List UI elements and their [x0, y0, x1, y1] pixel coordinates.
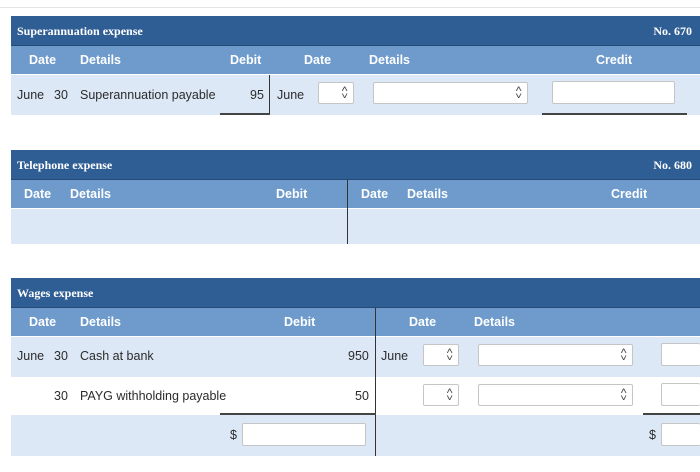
credit-date-select[interactable]: ˄ ˅	[423, 344, 459, 366]
row-debit-amount: 50	[355, 389, 369, 403]
chevron-updown-icon: ˄ ˅	[445, 386, 453, 403]
credit-date-select[interactable]: ˄ ˅	[318, 82, 354, 104]
header-date: Date	[24, 187, 52, 201]
ledger-row: June 30 Superannuation payable 95 June ˄…	[11, 75, 700, 115]
credit-amount-input[interactable]	[661, 383, 700, 406]
header-details: Details	[70, 187, 111, 201]
header-credit: Credit	[596, 53, 633, 67]
chevron-updown-icon: ˄ ˅	[340, 84, 348, 101]
header-details-credit-side: Details	[407, 187, 448, 201]
row-details: Cash at bank	[80, 349, 154, 363]
credit-date-select[interactable]: ˄ ˅	[423, 384, 459, 406]
row-details: Superannuation payable	[80, 88, 216, 102]
account-telephone-expense: Telephone expense No. 680 Date Details D…	[11, 150, 700, 245]
credit-amount-input[interactable]	[552, 81, 675, 104]
header-details: Details	[80, 315, 121, 329]
header-date: Date	[29, 53, 57, 67]
header-debit: Debit	[276, 187, 308, 201]
debit-total-rule	[220, 113, 270, 115]
t-account-divider	[375, 308, 376, 456]
top-divider	[0, 7, 700, 8]
row-debit-amount: 95	[250, 88, 264, 102]
t-account-divider	[269, 75, 270, 115]
chevron-updown-icon: ˄ ˅	[445, 346, 453, 363]
header-details-credit-side: Details	[369, 53, 410, 67]
credit-total-rule	[542, 113, 687, 115]
chevron-updown-icon: ˄ ˅	[619, 346, 627, 363]
debit-currency-symbol: $	[230, 428, 237, 442]
debit-subtotal-rule	[220, 413, 376, 415]
chevron-updown-icon: ˄ ˅	[619, 386, 627, 403]
header-date-credit-side: Date	[361, 187, 389, 201]
row-credit-month: June	[381, 349, 409, 363]
column-header-row: Date Details Debit Date Details	[11, 308, 700, 336]
account-title-bar: Wages expense	[11, 278, 700, 308]
credit-currency-symbol: $	[649, 428, 656, 442]
header-details: Details	[80, 53, 121, 67]
row-debit-amount: 950	[348, 349, 369, 363]
ledger-empty-row	[11, 209, 700, 244]
row-day: 30	[54, 88, 68, 102]
ledger-row: 30 PAYG withholding payable 50 ˄ ˅ ˄ ˅	[11, 377, 700, 415]
header-date-credit-side: Date	[304, 53, 332, 67]
account-title-bar: Superannuation expense No. 670	[11, 16, 700, 46]
header-date: Date	[29, 315, 57, 329]
row-day: 30	[54, 389, 68, 403]
account-title-bar: Telephone expense No. 680	[11, 150, 700, 180]
account-number: No. 680	[653, 158, 692, 172]
row-details: PAYG withholding payable	[80, 389, 227, 403]
credit-total-input[interactable]	[661, 423, 700, 446]
column-header-row: Date Details Debit Date Details Credit	[11, 180, 700, 208]
account-title: Wages expense	[17, 286, 94, 300]
credit-details-select[interactable]: ˄ ˅	[373, 82, 528, 104]
header-details-credit-side: Details	[474, 315, 515, 329]
account-title: Telephone expense	[17, 158, 113, 172]
chevron-updown-icon: ˄ ˅	[514, 84, 522, 101]
account-title: Superannuation expense	[17, 24, 143, 38]
ledger-row: June 30 Cash at bank 950 June ˄ ˅ ˄ ˅	[11, 337, 700, 377]
header-credit: Credit	[611, 187, 648, 201]
debit-total-input[interactable]	[242, 423, 366, 446]
account-number: No. 670	[653, 24, 692, 38]
account-wages-expense: Wages expense Date Details Debit Date De…	[11, 278, 700, 462]
ledger-total-row: $ $	[11, 415, 700, 456]
header-debit: Debit	[230, 53, 262, 67]
row-day: 30	[54, 349, 68, 363]
row-credit-month: June	[277, 88, 305, 102]
row-month: June	[17, 349, 45, 363]
row-month: June	[17, 88, 45, 102]
account-superannuation-expense: Superannuation expense No. 670 Date Deta…	[11, 16, 700, 116]
credit-details-select[interactable]: ˄ ˅	[478, 384, 633, 406]
header-debit: Debit	[284, 315, 316, 329]
credit-subtotal-rule	[643, 413, 700, 415]
t-account-divider	[347, 180, 348, 244]
column-header-row: Date Details Debit Date Details Credit	[11, 46, 700, 74]
credit-amount-input[interactable]	[661, 343, 700, 366]
credit-details-select[interactable]: ˄ ˅	[478, 344, 633, 366]
header-date-credit-side: Date	[409, 315, 437, 329]
